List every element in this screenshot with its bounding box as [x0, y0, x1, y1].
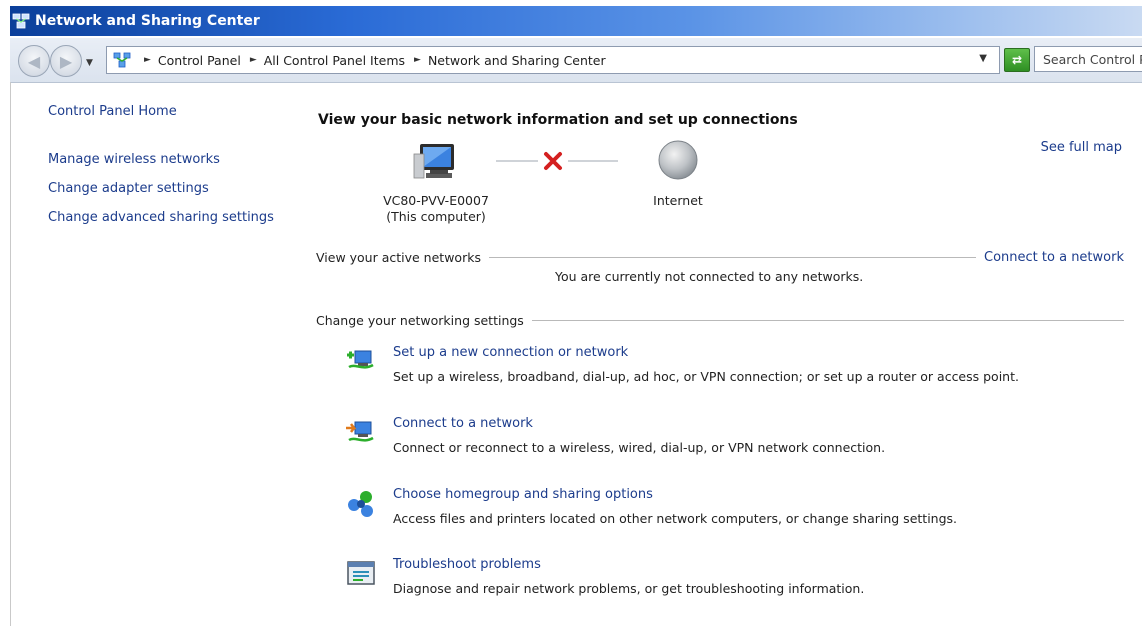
- task-new-connection: Set up a new connection or network Set u…: [345, 345, 1105, 391]
- internet-node[interactable]: [656, 138, 700, 182]
- breadcrumb-separator-icon[interactable]: ►: [250, 55, 257, 65]
- forward-arrow-icon: ▶: [59, 51, 73, 71]
- refresh-button[interactable]: ⇄: [1004, 48, 1030, 72]
- connect-network-desc: Connect or reconnect to a wireless, wire…: [393, 440, 886, 455]
- computer-icon: [413, 144, 454, 179]
- connect-network-link[interactable]: Connect to a network: [393, 416, 533, 431]
- navigation-bar: ◀ ▶ ▼ ► Control Panel ► All Control Pane…: [10, 38, 1142, 83]
- section-divider: [531, 320, 1124, 321]
- network-sharing-center-window: Network and Sharing Center ◀ ▶ ▼ ► Contr…: [0, 0, 1142, 626]
- troubleshoot-icon: [345, 557, 377, 589]
- advanced-sharing-link[interactable]: Change advanced sharing settings: [48, 210, 274, 225]
- page-heading: View your basic network information and …: [318, 112, 798, 128]
- computer-name: VC80-PVV-E0007: [383, 193, 489, 208]
- window-title: Network and Sharing Center: [35, 13, 260, 29]
- network-center-icon: [12, 13, 30, 29]
- change-settings-section: Change your networking settings: [316, 313, 1124, 328]
- connection-status-text: You are currently not connected to any n…: [555, 269, 864, 284]
- task-troubleshoot: Troubleshoot problems Diagnose and repai…: [345, 557, 1105, 603]
- back-arrow-icon: ◀: [27, 51, 41, 71]
- active-networks-section: View your active networks Connect to a n…: [316, 250, 1124, 265]
- connection-line-right: [568, 160, 618, 162]
- connect-network-icon: [345, 416, 377, 448]
- breadcrumb-separator-icon[interactable]: ►: [144, 55, 151, 65]
- title-bar: Network and Sharing Center: [10, 6, 1142, 36]
- search-placeholder: Search Control P: [1043, 51, 1142, 67]
- section-divider: [488, 257, 977, 258]
- control-panel-home-link[interactable]: Control Panel Home: [48, 104, 177, 119]
- connection-line-left: [496, 160, 538, 162]
- recent-pages-dropdown-icon[interactable]: ▼: [86, 58, 93, 68]
- refresh-icon: ⇄: [1011, 53, 1023, 67]
- address-bar[interactable]: ► Control Panel ► All Control Panel Item…: [106, 46, 1000, 74]
- new-connection-link[interactable]: Set up a new connection or network: [393, 345, 628, 360]
- computer-node[interactable]: [412, 140, 462, 185]
- task-homegroup: Choose homegroup and sharing options Acc…: [345, 487, 1105, 533]
- internet-label: Internet: [653, 193, 703, 208]
- computer-sub-label: (This computer): [386, 209, 486, 224]
- globe-icon: [658, 140, 698, 180]
- active-networks-label: View your active networks: [316, 250, 481, 265]
- back-button[interactable]: ◀: [18, 45, 50, 77]
- change-adapter-link[interactable]: Change adapter settings: [48, 181, 209, 196]
- breadcrumb-all-items[interactable]: All Control Panel Items: [264, 53, 405, 68]
- pane-border: [10, 82, 11, 626]
- manage-wireless-link[interactable]: Manage wireless networks: [48, 152, 220, 167]
- troubleshoot-link[interactable]: Troubleshoot problems: [393, 557, 541, 572]
- breadcrumb-network-center[interactable]: Network and Sharing Center: [428, 53, 606, 68]
- see-full-map-link[interactable]: See full map: [1041, 140, 1122, 155]
- homegroup-icon: [345, 487, 377, 519]
- search-input[interactable]: Search Control P: [1034, 46, 1142, 72]
- address-dropdown-icon[interactable]: ▼: [979, 53, 987, 64]
- new-connection-desc: Set up a wireless, broadband, dial-up, a…: [393, 369, 1019, 384]
- control-panel-icon: [113, 51, 135, 69]
- troubleshoot-desc: Diagnose and repair network problems, or…: [393, 581, 865, 596]
- forward-button[interactable]: ▶: [50, 45, 82, 77]
- task-connect-network: Connect to a network Connect or reconnec…: [345, 416, 1105, 462]
- breadcrumb: ► Control Panel ► All Control Panel Item…: [135, 53, 606, 68]
- disconnected-x-icon: [542, 150, 564, 172]
- homegroup-desc: Access files and printers located on oth…: [393, 511, 958, 526]
- change-settings-label: Change your networking settings: [316, 313, 524, 328]
- connect-to-network-link[interactable]: Connect to a network: [984, 250, 1124, 265]
- breadcrumb-control-panel[interactable]: Control Panel: [158, 53, 241, 68]
- homegroup-link[interactable]: Choose homegroup and sharing options: [393, 487, 653, 502]
- breadcrumb-separator-icon[interactable]: ►: [414, 55, 421, 65]
- new-connection-icon: [345, 345, 377, 377]
